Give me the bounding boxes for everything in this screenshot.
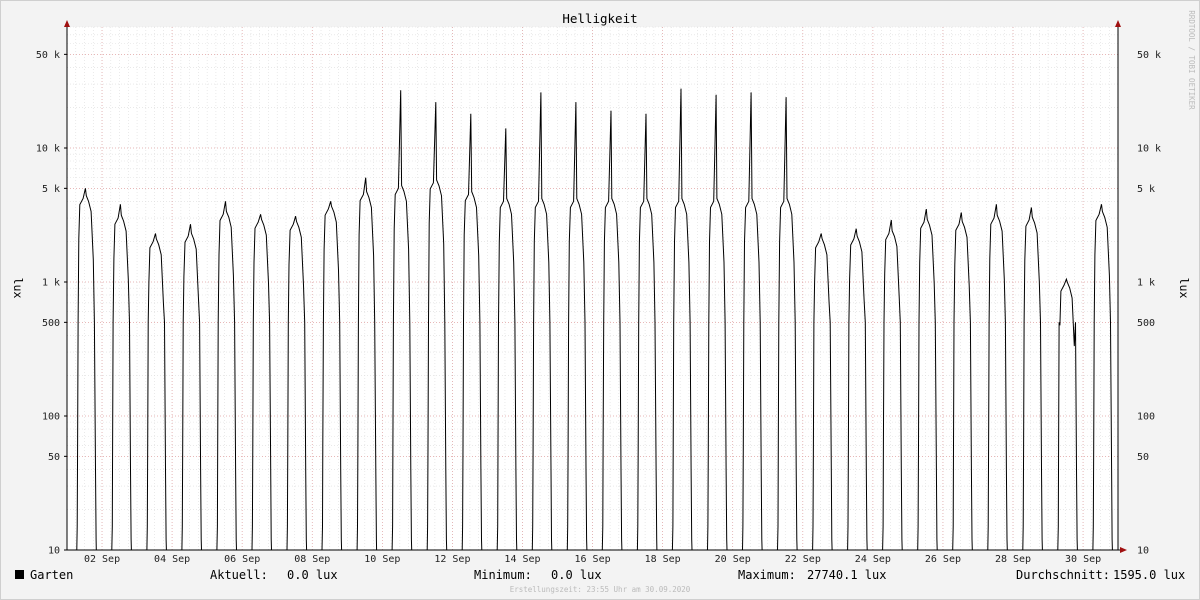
x-tick-label: 08 Sep xyxy=(294,554,330,565)
y-axis-label-right: lux xyxy=(1177,278,1191,299)
y-tick-label-right: 10 k xyxy=(1137,144,1161,155)
x-tick-label: 10 Sep xyxy=(364,554,400,565)
legend-swatch xyxy=(15,570,24,579)
x-tick-label: 22 Sep xyxy=(785,554,821,565)
y-tick-label-right: 100 xyxy=(1137,412,1155,423)
x-tick-labels: 02 Sep 04 Sep 06 Sep 08 Sep 10 Sep 12 Sep 14 S… xyxy=(84,554,1101,565)
legend-max-label: Maximum: xyxy=(738,568,796,582)
y-tick-label-right: 50 xyxy=(1137,452,1149,463)
y-tick-label-right: 5 k xyxy=(1137,184,1155,195)
y-tick-label-right: 1 k xyxy=(1137,278,1155,289)
x-tick-label: 20 Sep xyxy=(715,554,751,565)
legend-series-name: Garten xyxy=(30,568,73,582)
y-tick-label-left: 10 k xyxy=(36,144,60,155)
y-tick-label-left: 50 xyxy=(48,452,60,463)
x-tick-label: 04 Sep xyxy=(154,554,190,565)
y-tick-label-left: 10 xyxy=(48,546,60,557)
y-tick-label-right: 50 k xyxy=(1137,50,1161,61)
y-axis-label-left: lux xyxy=(11,278,25,299)
legend-current-value: 0.0 lux xyxy=(287,568,338,582)
y-tick-label-right: 10 xyxy=(1137,546,1149,557)
x-tick-label: 28 Sep xyxy=(995,554,1031,565)
x-tick-label: 18 Sep xyxy=(645,554,681,565)
x-tick-label: 24 Sep xyxy=(855,554,891,565)
legend-current-label: Aktuell: xyxy=(210,568,268,582)
legend-avg-value: 1595.0 lux xyxy=(1113,568,1185,582)
chart-title: Helligkeit xyxy=(562,11,637,26)
x-tick-label: 06 Sep xyxy=(224,554,260,565)
x-tick-label: 30 Sep xyxy=(1065,554,1101,565)
x-tick-label: 16 Sep xyxy=(574,554,610,565)
y-tick-label-left: 50 k xyxy=(36,50,60,61)
legend-min-label: Minimum: xyxy=(474,568,532,582)
y-tick-label-left: 5 k xyxy=(42,184,60,195)
legend-min-value: 0.0 lux xyxy=(551,568,602,582)
x-tick-label: 26 Sep xyxy=(925,554,961,565)
y-tick-label-left: 1 k xyxy=(42,278,60,289)
grid xyxy=(66,26,1118,551)
legend-avg-label: Durchschnitt: xyxy=(1016,568,1110,582)
y-tick-label-right: 500 xyxy=(1137,318,1155,329)
x-tick-label: 14 Sep xyxy=(504,554,540,565)
x-tick-label: 12 Sep xyxy=(434,554,470,565)
brightness-chart: 50 k 50 k10 k 10 k5 k5 k1 k1 k500 500100 100… xyxy=(0,0,1200,600)
creation-time-footer: Erstellungszeit: 23:55 Uhr am 30.09.2020 xyxy=(510,585,691,594)
legend-max-value: 27740.1 lux xyxy=(807,568,886,582)
rrdtool-credit: RRDTOOL / TOBI OETIKER xyxy=(1187,10,1196,110)
x-tick-label: 02 Sep xyxy=(84,554,120,565)
y-tick-label-left: 500 xyxy=(42,318,60,329)
y-tick-label-left: 100 xyxy=(42,412,60,423)
